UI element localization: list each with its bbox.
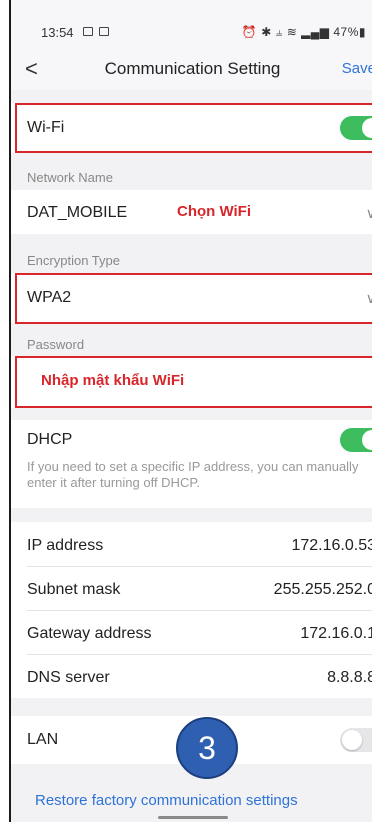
gateway-address-label: Gateway address — [27, 625, 152, 642]
lan-toggle[interactable] — [340, 728, 372, 752]
choose-wifi-annotation: Chọn WiFi — [177, 203, 252, 220]
dhcp-toggle[interactable] — [340, 428, 372, 452]
dns-server-value[interactable]: 8.8.8.8 — [327, 669, 372, 687]
gallery-notification-icon — [83, 27, 93, 36]
dhcp-label: DHCP — [27, 431, 73, 448]
status-bar: 13:54 ⏰ ✱ ⫨ ≋ ▂▄▆ 47%▮ — [11, 0, 372, 52]
divider — [27, 654, 372, 655]
step-number-badge: 3 — [176, 717, 238, 779]
save-button[interactable]: Save — [342, 60, 372, 77]
password-label: Password — [27, 337, 85, 352]
lan-label: LAN — [27, 731, 59, 748]
network-name-label: Network Name — [27, 170, 113, 185]
password-highlight-box — [15, 356, 372, 408]
restore-factory-settings-link[interactable]: Restore factory communication settings — [35, 792, 298, 809]
home-indicator — [158, 816, 228, 819]
toggle-knob — [362, 430, 372, 450]
gateway-address-value[interactable]: 172.16.0.1 — [300, 625, 372, 643]
page-title: Communication Setting — [104, 59, 281, 78]
dhcp-row: DHCP If you need to set a specific IP ad… — [11, 420, 372, 508]
toggle-knob — [342, 730, 362, 750]
encryption-type-label: Encryption Type — [27, 253, 120, 268]
divider — [27, 566, 372, 567]
ip-address-label: IP address — [27, 537, 104, 554]
subnet-mask-value[interactable]: 255.255.252.0 — [274, 581, 372, 599]
wifi-highlight-box — [15, 103, 372, 153]
divider — [27, 610, 372, 611]
subnet-mask-label: Subnet mask — [27, 581, 121, 598]
chevron-down-icon[interactable]: ∨ — [366, 205, 372, 222]
dhcp-hint: If you need to set a specific IP address… — [27, 459, 359, 490]
network-name-value: DAT_MOBILE — [27, 204, 128, 221]
message-notification-icon — [99, 27, 109, 36]
status-system-icons: ⏰ ✱ ⫨ ≋ ▂▄▆ 47%▮ — [241, 25, 366, 39]
phone-screen: 13:54 ⏰ ✱ ⫨ ≋ ▂▄▆ 47%▮ < Communication S… — [9, 0, 372, 822]
encryption-highlight-box — [15, 273, 372, 324]
network-name-row[interactable]: DAT_MOBILE Chọn WiFi ∨ — [11, 190, 372, 234]
dns-server-label: DNS server — [27, 669, 110, 686]
status-time: 13:54 — [41, 25, 74, 40]
navigation-bar: < Communication Setting Save — [11, 52, 372, 90]
ip-address-value[interactable]: 172.16.0.53 — [291, 537, 372, 555]
network-fields-group: IP address 172.16.0.53 Subnet mask 255.2… — [11, 522, 372, 698]
